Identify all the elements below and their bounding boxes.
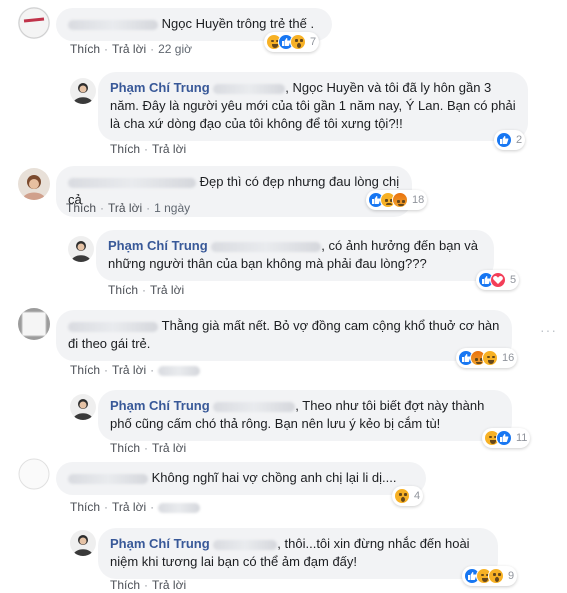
reply-link[interactable]: Trả lời xyxy=(152,441,186,455)
commenter-name[interactable] xyxy=(68,470,152,485)
comment-time[interactable] xyxy=(158,363,201,377)
like-link[interactable]: Thích xyxy=(70,500,100,514)
comment-text: Ngọc Huyền trông trẻ thế . xyxy=(161,16,315,31)
reaction-summary[interactable]: 16 xyxy=(456,348,518,368)
comment-actions: Thích · Trả lời · 1 ngày xyxy=(66,201,191,215)
comment-bubble: Không nghĩ hai vợ chồng anh chị lại li d… xyxy=(56,462,426,495)
reaction-count: 16 xyxy=(502,352,515,364)
reaction-count: 18 xyxy=(412,194,425,206)
reaction-count: 2 xyxy=(516,134,523,146)
reply-actions: Thích · Trả lời xyxy=(110,142,187,156)
comment-time[interactable] xyxy=(158,500,201,514)
mention-link[interactable] xyxy=(213,80,286,95)
mention-link[interactable] xyxy=(211,238,322,253)
replier-name[interactable]: Phạm Chí Trung xyxy=(110,398,210,413)
commenter-name[interactable] xyxy=(68,318,162,333)
angry-icon xyxy=(392,192,408,208)
reply-actions: Thích · Trả lời xyxy=(110,578,187,592)
haha-icon xyxy=(482,350,498,366)
replier-name[interactable]: Phạm Chí Trung xyxy=(110,80,210,95)
reaction-summary[interactable]: 2 xyxy=(494,130,526,150)
reply-link[interactable]: Trả lời xyxy=(112,42,146,56)
reply-link[interactable]: Trả lời xyxy=(150,283,184,297)
replier-avatar[interactable] xyxy=(70,394,96,420)
reply-bubble: Phạm Chí Trung , Ngọc Huyền và tôi đã ly… xyxy=(98,72,528,141)
like-icon xyxy=(496,430,512,446)
comment-text: Không nghĩ hai vợ chồng anh chị lại li d… xyxy=(151,470,397,485)
comment-actions: Thích · Trả lời · xyxy=(70,363,201,377)
reaction-summary[interactable]: 11 xyxy=(482,428,531,448)
like-link[interactable]: Thích xyxy=(108,283,138,297)
reply-actions: Thích · Trả lời xyxy=(110,441,187,455)
love-icon xyxy=(490,272,506,288)
reply-link[interactable]: Trả lời xyxy=(112,363,146,377)
like-link[interactable]: Thích xyxy=(66,201,96,215)
replier-name[interactable]: Phạm Chí Trung xyxy=(110,536,210,551)
commenter-avatar[interactable] xyxy=(18,458,50,490)
commenter-avatar[interactable] xyxy=(18,7,50,39)
comment-actions: Thích · Trả lời · xyxy=(70,500,201,514)
reaction-count: 5 xyxy=(510,274,517,286)
reaction-count: 4 xyxy=(414,490,421,502)
like-link[interactable]: Thích xyxy=(70,363,100,377)
commenter-name[interactable] xyxy=(68,16,162,31)
reply-link[interactable]: Trả lời xyxy=(112,500,146,514)
reply-bubble: Phạm Chí Trung , có ảnh hưởng đến bạn và… xyxy=(96,230,494,281)
like-link[interactable]: Thích xyxy=(70,42,100,56)
comment-actions: Thích · Trả lời · 22 giờ xyxy=(70,42,192,56)
commenter-name[interactable] xyxy=(68,174,200,189)
comment-time[interactable]: 22 giờ xyxy=(158,42,192,56)
reply-bubble: Phạm Chí Trung , Theo như tôi biết đợt n… xyxy=(98,390,512,441)
reply-link[interactable]: Trả lời xyxy=(152,142,186,156)
reply-link[interactable]: Trả lời xyxy=(152,578,186,592)
like-icon xyxy=(496,132,512,148)
reply-bubble: Phạm Chí Trung , thôi...tôi xin đừng nhắ… xyxy=(98,528,498,579)
wow-icon xyxy=(488,568,504,584)
mention-link[interactable] xyxy=(213,536,278,551)
reaction-summary[interactable]: 4 xyxy=(392,486,424,506)
wow-icon xyxy=(290,34,306,50)
comment-time[interactable]: 1 ngày xyxy=(154,201,190,215)
reaction-summary[interactable]: 18 xyxy=(366,190,428,210)
replier-avatar[interactable] xyxy=(68,236,94,262)
reply-actions: Thích · Trả lời xyxy=(108,283,185,297)
more-options-icon[interactable]: ··· xyxy=(540,322,557,338)
mention-link[interactable] xyxy=(213,398,296,413)
reaction-summary[interactable]: 5 xyxy=(476,270,520,290)
replier-name[interactable]: Phạm Chí Trung xyxy=(108,238,208,253)
reaction-count: 11 xyxy=(516,432,528,444)
like-link[interactable]: Thích xyxy=(110,578,140,592)
reaction-count: 9 xyxy=(508,570,515,582)
like-link[interactable]: Thích xyxy=(110,441,140,455)
replier-avatar[interactable] xyxy=(70,530,96,556)
reaction-summary[interactable]: 7 xyxy=(264,32,320,52)
reply-link[interactable]: Trả lời xyxy=(108,201,142,215)
reaction-count: 7 xyxy=(310,36,317,48)
like-link[interactable]: Thích xyxy=(110,142,140,156)
commenter-avatar[interactable] xyxy=(18,308,50,340)
commenter-avatar[interactable] xyxy=(18,168,50,200)
wow-icon xyxy=(394,488,410,504)
reaction-summary[interactable]: 9 xyxy=(462,566,518,586)
comment-bubble: Thằng già mất nết. Bỏ vợ đồng cam cộng k… xyxy=(56,310,512,361)
replier-avatar[interactable] xyxy=(70,78,96,104)
